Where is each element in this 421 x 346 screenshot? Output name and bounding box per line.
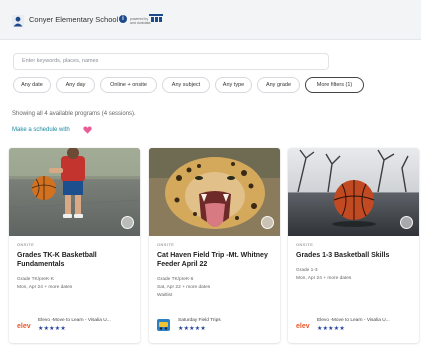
- favorite-button[interactable]: [261, 216, 274, 229]
- favorite-button[interactable]: [400, 216, 413, 229]
- filter-any-date[interactable]: Any date: [13, 77, 51, 93]
- svg-text:elev: elev: [17, 323, 31, 330]
- provider-name[interactable]: Saturday Field Trips: [178, 318, 221, 323]
- filter-any-subject[interactable]: Any subject: [162, 77, 210, 93]
- brand-logo-icon: [149, 14, 163, 22]
- provider-name[interactable]: Elevo -Move to Learn - Visalia U...: [38, 318, 111, 323]
- filter-any-day[interactable]: Any day: [56, 77, 95, 93]
- filter-more-filters[interactable]: More filters (1): [305, 77, 364, 93]
- elevo-logo-icon: elev: [296, 323, 310, 330]
- card-category: ONSITE: [157, 242, 175, 247]
- card-dates: Mon, Apr 24 + more dates: [17, 285, 73, 290]
- powered-by-label: powered by and durkdata: [130, 17, 151, 25]
- make-schedule-link[interactable]: Make a schedule with: [12, 127, 70, 133]
- heart-icon[interactable]: [83, 126, 92, 134]
- school-name[interactable]: Conyer Elementary School: [29, 15, 118, 24]
- rating-stars: ★★★★★: [317, 326, 345, 332]
- program-card[interactable]: ONSITE Grades 1-3 Basketball Skills Grad…: [288, 148, 419, 343]
- search-placeholder: Enter keywords, places, names: [22, 58, 99, 64]
- search-input[interactable]: Enter keywords, places, names: [13, 53, 329, 70]
- filter-any-grade[interactable]: Any grade: [257, 77, 300, 93]
- info-icon[interactable]: i: [119, 15, 127, 23]
- card-grade: Grade TK/preK-6: [157, 277, 194, 282]
- rating-stars: ★★★★★: [178, 326, 206, 332]
- card-category: ONSITE: [17, 242, 35, 247]
- rating-stars: ★★★★★: [38, 326, 66, 332]
- card-category: ONSITE: [296, 242, 314, 247]
- provider-name[interactable]: Elevo -Move to Learn - Visalia U...: [317, 318, 390, 323]
- school-building-icon: [12, 15, 24, 27]
- header-bar: Conyer Elementary School i powered by an…: [0, 0, 421, 40]
- card-title[interactable]: Cat Haven Field Trip -Mt. Whitney Feeder…: [157, 251, 275, 269]
- favorite-button[interactable]: [121, 216, 134, 229]
- elevo-logo-icon: elev: [17, 323, 31, 330]
- card-title[interactable]: Grades TK-K Basketball Fundamentals: [17, 251, 135, 269]
- card-dates: Sat, Apr 22 + more dates: [157, 285, 211, 290]
- card-title[interactable]: Grades 1-3 Basketball Skills: [296, 251, 414, 260]
- field-trips-logo-icon: [157, 319, 170, 331]
- card-waitlist: Waitlist: [157, 293, 173, 298]
- results-summary: Showing all 4 available programs (4 sess…: [12, 111, 136, 117]
- filter-online-onsite[interactable]: Online + onsite: [100, 77, 157, 93]
- card-grade: Grade 1-3: [296, 268, 318, 273]
- card-dates: Mon, Apr 24 + more dates: [296, 276, 352, 281]
- filter-any-type[interactable]: Any type: [215, 77, 252, 93]
- program-card[interactable]: ONSITE Cat Haven Field Trip -Mt. Whitney…: [149, 148, 280, 343]
- svg-text:elev: elev: [296, 323, 310, 330]
- card-grade: Grade TK/preK-K: [17, 277, 54, 282]
- program-card[interactable]: ONSITE Grades TK-K Basketball Fundamenta…: [9, 148, 140, 343]
